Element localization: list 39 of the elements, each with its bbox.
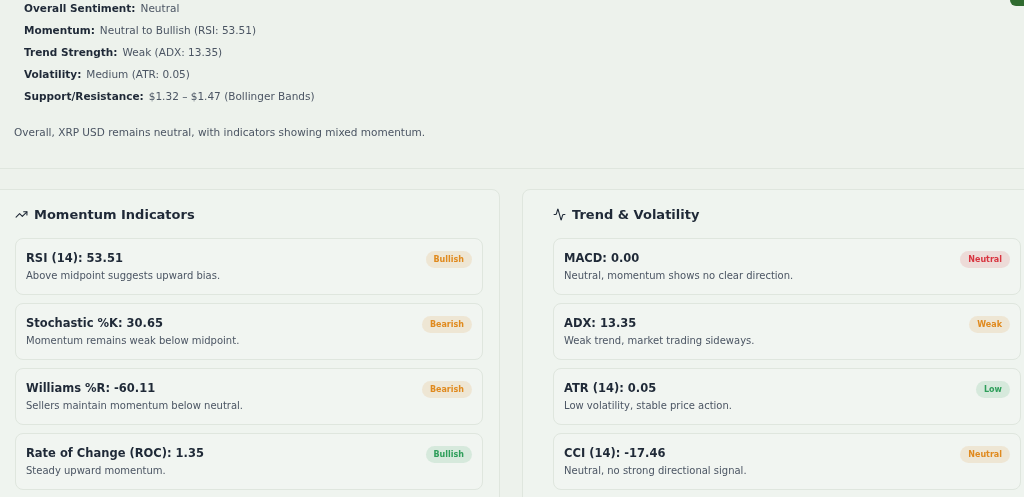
panel-title: Momentum Indicators xyxy=(34,207,195,222)
summary-label: Trend Strength: xyxy=(24,45,118,60)
indicator-value: Williams %R: -60.11 xyxy=(26,381,157,395)
summary-value: Neutral xyxy=(140,1,180,16)
summary-label: Momentum: xyxy=(24,23,95,38)
signal-tag: Neutral xyxy=(960,251,1010,268)
summary-value: $1.32 – $1.47 (Bollinger Bands) xyxy=(148,89,315,104)
indicator-description: Neutral, momentum shows no clear direction. xyxy=(564,270,794,281)
indicator-description: Steady upward momentum. xyxy=(26,465,167,476)
signal-tag: Low xyxy=(976,381,1010,398)
indicator-value: ATR (14): 0.05 xyxy=(564,381,658,395)
summary-label: Overall Sentiment: xyxy=(24,1,136,16)
pulse-icon xyxy=(553,208,566,221)
indicator-description: Neutral, no strong directional signal. xyxy=(564,465,747,476)
summary-label: Volatility: xyxy=(24,67,82,82)
summary-conclusion: Overall, XRP USD remains neutral, with indicators showing mixed momentum. xyxy=(14,126,427,138)
indicator-description: Weak trend, market trading sideways. xyxy=(564,335,755,346)
indicator-value: ADX: 13.35 xyxy=(564,316,638,330)
signal-tag: Bullish xyxy=(425,251,472,268)
signal-tag: Weak xyxy=(969,316,1010,333)
indicator-description: Above midpoint suggests upward bias. xyxy=(26,270,221,281)
indicator-value: MACD: 0.00 xyxy=(564,251,641,265)
summary-label: Support/Resistance: xyxy=(24,89,144,104)
signal-tag: Bearish xyxy=(421,381,472,398)
indicator-value: CCI (14): -17.46 xyxy=(564,446,667,460)
indicator-value: RSI (14): 53.51 xyxy=(26,251,124,265)
signal-tag: Bearish xyxy=(421,316,472,333)
trend-up-icon xyxy=(15,208,28,221)
indicator-description: Momentum remains weak below midpoint. xyxy=(26,335,240,346)
signal-tag: Bullish xyxy=(425,446,472,463)
signal-tag: Neutral xyxy=(960,446,1010,463)
indicator-description: Sellers maintain momentum below neutral. xyxy=(26,400,243,411)
summary-value: Medium (ATR: 0.05) xyxy=(86,67,190,82)
summary-value: Weak (ADX: 13.35) xyxy=(122,45,223,60)
indicator-description: Low volatility, stable price action. xyxy=(564,400,732,411)
summary-value: Neutral to Bullish (RSI: 53.51) xyxy=(99,23,257,38)
panel-title: Trend & Volatility xyxy=(572,207,700,222)
indicator-value: Stochastic %K: 30.65 xyxy=(26,316,164,330)
indicator-value: Rate of Change (ROC): 1.35 xyxy=(26,446,204,460)
